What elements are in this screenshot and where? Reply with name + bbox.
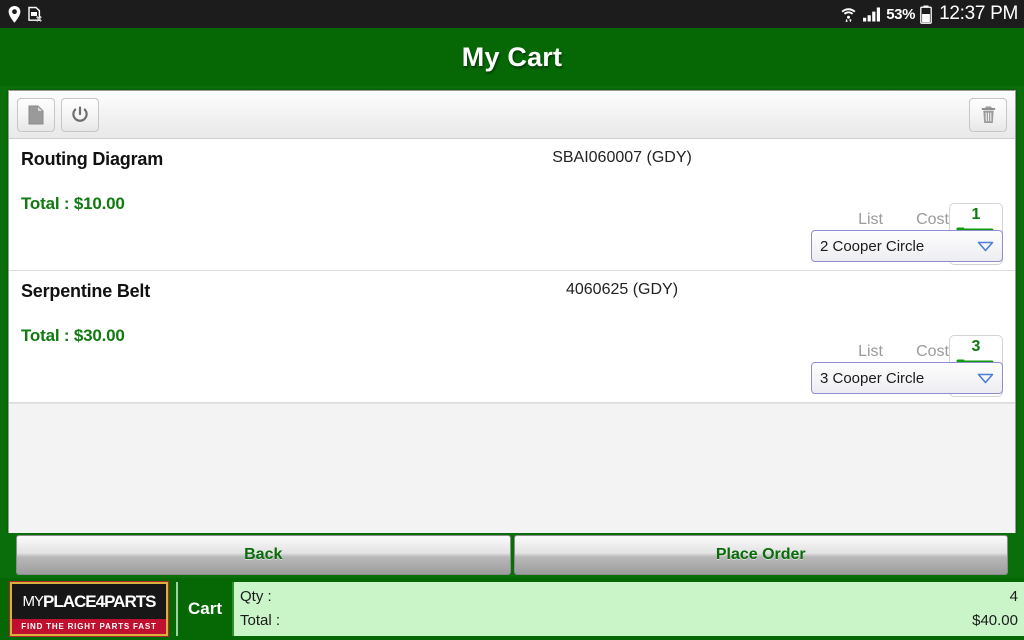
app-title-bar: My Cart: [0, 28, 1024, 86]
cart-card: Routing Diagram Total : $10.00 SBAI06000…: [8, 90, 1016, 533]
item-location-value: 2 Cooper Circle: [820, 237, 925, 255]
cost-label: Cost: [916, 343, 949, 360]
page-title: My Cart: [461, 41, 563, 72]
brand-logo: MY PLACE4PARTS FIND THE RIGHT PARTS FAST: [9, 581, 169, 637]
status-bar-left-icons: [8, 5, 43, 23]
action-button-bar: Back Place Order: [8, 533, 1016, 578]
cost-label: Cost: [916, 211, 949, 228]
summary-qty-value: 4: [1009, 588, 1018, 605]
place-order-button[interactable]: Place Order: [513, 535, 1008, 575]
price-labels-row: List Cost: [817, 343, 949, 363]
footer-bar: MY PLACE4PARTS FIND THE RIGHT PARTS FAST …: [0, 578, 1024, 640]
delete-cart-button[interactable]: [969, 97, 1007, 132]
cart-toolbar: [9, 91, 1015, 139]
item-part-number: SBAI060007 (GDY): [552, 149, 692, 166]
cart-summary-label: Cart: [176, 582, 232, 636]
summary-qty-row: Qty : 4: [240, 585, 1018, 609]
cart-item-list: Routing Diagram Total : $10.00 SBAI06000…: [9, 139, 1015, 403]
brand-logo-suffix: PLACE4PARTS: [43, 591, 156, 611]
list-label: List: [858, 211, 883, 228]
document-button[interactable]: [17, 97, 55, 132]
item-part-number: 4060625 (GDY): [565, 281, 679, 298]
cart-summary-panel: Qty : 4 Total : $40.00: [232, 582, 1024, 636]
back-button[interactable]: Back: [16, 535, 511, 575]
status-bar-clock: 12:37 PM: [939, 3, 1018, 24]
list-label: List: [858, 343, 883, 360]
no-sim-card-icon: [28, 6, 43, 23]
signal-bars-icon: [862, 6, 881, 23]
app-screen: 53% 12:37 PM My Cart Routing Diagram Tot…: [0, 0, 1024, 640]
summary-qty-label: Qty :: [240, 588, 272, 605]
status-bar: 53% 12:37 PM: [0, 0, 1024, 28]
item-location-select[interactable]: 3 Cooper Circle: [811, 362, 1003, 394]
brand-logo-tagline: FIND THE RIGHT PARTS FAST: [12, 619, 166, 634]
summary-total-row: Total : $40.00: [240, 609, 1018, 633]
trash-icon: [980, 105, 997, 125]
status-bar-right-icons: 53% 12:37 PM: [840, 3, 1018, 25]
battery-percent-label: 53%: [886, 5, 916, 23]
item-quantity-value: 1: [971, 206, 981, 223]
power-button[interactable]: [61, 97, 99, 132]
location-pin-icon: [8, 5, 21, 23]
wifi-icon: [840, 5, 857, 23]
brand-logo-prefix: MY: [22, 593, 44, 610]
document-icon: [28, 105, 44, 125]
content-area: Routing Diagram Total : $10.00 SBAI06000…: [0, 86, 1024, 578]
item-location-value: 3 Cooper Circle: [820, 369, 925, 387]
summary-total-label: Total :: [240, 612, 281, 629]
brand-logo-text: MY PLACE4PARTS: [12, 584, 166, 619]
price-labels-row: List Cost: [817, 211, 949, 231]
cart-item-row: Serpentine Belt Total : $30.00 4060625 (…: [9, 271, 1015, 403]
cart-item-row: Routing Diagram Total : $10.00 SBAI06000…: [9, 139, 1015, 271]
item-location-select[interactable]: 2 Cooper Circle: [811, 230, 1003, 262]
summary-total-value: $40.00: [972, 612, 1018, 629]
battery-icon: [920, 5, 932, 24]
chevron-down-icon: [977, 241, 994, 252]
chevron-down-icon: [977, 373, 994, 384]
power-icon: [70, 105, 90, 125]
item-quantity-value: 3: [971, 338, 981, 355]
empty-list-area: [9, 403, 1015, 533]
